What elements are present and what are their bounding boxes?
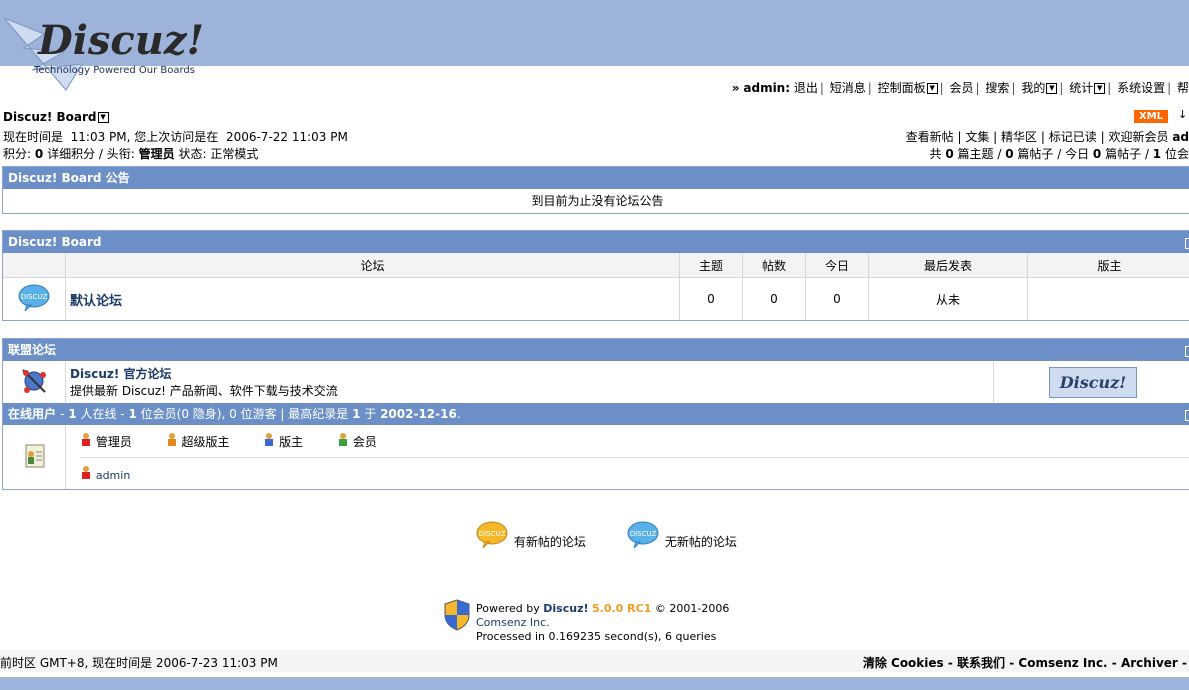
logo-tagline: Technology Powered Our Boards bbox=[33, 65, 195, 76]
product-link[interactable]: Discuz! bbox=[543, 602, 588, 615]
announcement-body: 到目前为止没有论坛公告 bbox=[531, 194, 664, 208]
moderator-icon bbox=[265, 432, 274, 446]
nav-settings[interactable]: 系统设置 bbox=[1117, 81, 1165, 95]
footer-bottom-bar bbox=[0, 677, 1189, 690]
nav-prefix: » bbox=[731, 81, 740, 95]
contact-us-link[interactable]: 联系我们 bbox=[957, 656, 1005, 670]
clear-cookies-link[interactable]: 清除 Cookies bbox=[863, 656, 944, 670]
online-title: 在线用户 - 1 人在线 - 1 位会员(0 隐身), 0 位游客 | 最高纪录… bbox=[3, 403, 1189, 425]
footer-bar: 当前时区 GMT+8, 现在时间是 2006-7-23 11:03 PM 清除 … bbox=[0, 650, 1189, 672]
xml-feed-badge[interactable]: XML bbox=[1134, 110, 1168, 123]
collapse-icon[interactable] bbox=[1185, 238, 1189, 249]
table-row: DISCUZ 默认论坛 0 0 0 从未 bbox=[3, 277, 1189, 320]
online-row: 管理员 超级版主 版主 会员 admin bbox=[3, 425, 1189, 489]
dropdown-icon[interactable]: ▼ bbox=[97, 112, 109, 123]
nav-search[interactable]: 搜索 bbox=[985, 81, 1009, 95]
online-user-admin[interactable]: admin bbox=[96, 469, 130, 482]
nav-control-panel[interactable]: 控制面板 bbox=[878, 81, 926, 95]
link-new-posts[interactable]: 查看新帖 bbox=[906, 130, 954, 144]
svg-text:DISCUZ: DISCUZ bbox=[479, 530, 506, 538]
league-icon bbox=[22, 368, 46, 393]
league-box: 联盟论坛 Discuz! 官方论坛 提供最新 Discuz! 产品新闻、软件下载… bbox=[2, 338, 1189, 490]
powered-by: Powered by Discuz! 5.0.0 RC1 © 2001-2006… bbox=[444, 599, 774, 644]
nav-logout[interactable]: 退出 bbox=[794, 81, 818, 95]
new-posts-icon: DISCUZ bbox=[476, 521, 508, 549]
no-new-posts-icon: DISCUZ bbox=[18, 284, 50, 311]
link-mark-read[interactable]: 标记已读 bbox=[1049, 130, 1097, 144]
dropdown-icon[interactable]: ▼ bbox=[926, 83, 938, 94]
online-user-list: admin bbox=[80, 458, 1189, 488]
league-title: 联盟论坛 bbox=[3, 339, 1189, 361]
company-link[interactable]: Comsenz Inc. bbox=[476, 616, 550, 629]
nav-members[interactable]: 会员 bbox=[950, 81, 974, 95]
dropdown-icon[interactable]: ▼ bbox=[1094, 83, 1106, 94]
svg-text:DISCUZ: DISCUZ bbox=[21, 293, 48, 301]
league-row: Discuz! 官方论坛 提供最新 Discuz! 产品新闻、软件下载与技术交流… bbox=[3, 361, 1189, 403]
top-navigation: » admin: 退出 | 短消息 | 控制面板 ▼ | 会员 | 搜索 | 我的 ▼ | 统计… bbox=[731, 81, 1189, 95]
discuz-logo[interactable]: Discuz! Technology Powered Our Boards bbox=[4, 8, 209, 92]
no-new-posts-icon: DISCUZ bbox=[627, 521, 659, 549]
admin-user-icon bbox=[82, 432, 90, 446]
board-stats: 共 0 篇主题 / 0 篇帖子 / 今日 0 篇帖子 / 1 位会 bbox=[929, 147, 1189, 161]
logo-wordmark: Discuz! bbox=[37, 17, 204, 64]
forum-list-box: Discuz! Board 论坛 主题 帖数 今日 最后发表 版主 DISCUZ… bbox=[2, 230, 1189, 321]
nav-my[interactable]: 我的 bbox=[1021, 81, 1045, 95]
online-users-icon bbox=[25, 444, 45, 467]
quick-links: 查看新帖 | 文集 | 精华区 | 标记已读 | 欢迎新会员 ad bbox=[905, 130, 1189, 144]
collapse-icon[interactable] bbox=[1185, 346, 1189, 357]
credits-detail-link[interactable]: 详细积分 bbox=[47, 147, 95, 161]
super-moderator-icon bbox=[167, 432, 176, 446]
forum-table-header: 论坛 主题 帖数 今日 最后发表 版主 bbox=[3, 253, 1189, 278]
board-title[interactable]: Discuz! Board ▼ bbox=[3, 110, 109, 124]
forum-link-default[interactable]: 默认论坛 bbox=[70, 294, 122, 309]
member-icon bbox=[339, 432, 348, 446]
user-info: 积分: 0 详细积分 / 头衔: 管理员 状态: 正常模式 bbox=[3, 147, 259, 161]
time-info: 现在时间是 11:03 PM, 您上次访问是在 2006-7-22 11:03 … bbox=[3, 130, 348, 144]
forum-status-icon: DISCUZ bbox=[3, 277, 66, 320]
archiver-link[interactable]: Archiver bbox=[1121, 656, 1178, 670]
collapse-icon[interactable] bbox=[1185, 410, 1189, 421]
dropdown-icon[interactable]: ▼ bbox=[1046, 83, 1058, 94]
link-digest[interactable]: 精华区 bbox=[1001, 130, 1037, 144]
admin-user-icon bbox=[82, 465, 90, 479]
comsenz-link[interactable]: Comsenz Inc. bbox=[1018, 656, 1107, 670]
link-collection[interactable]: 文集 bbox=[965, 130, 989, 144]
league-badge[interactable]: Discuz! bbox=[1049, 366, 1137, 398]
league-forum-desc: 提供最新 Discuz! 产品新闻、软件下载与技术交流 bbox=[70, 384, 338, 398]
legend-new-posts: DISCUZ 有新帖的论坛 bbox=[476, 520, 586, 554]
arrow-down-icon[interactable]: ↓ bbox=[1178, 108, 1187, 121]
timezone-info: 当前时区 GMT+8, 现在时间是 2006-7-23 11:03 PM bbox=[0, 656, 278, 670]
svg-text:DISCUZ: DISCUZ bbox=[630, 530, 657, 538]
nav-username[interactable]: admin: bbox=[743, 81, 790, 95]
announcement-box: Discuz! Board 公告 到目前为止没有论坛公告 bbox=[2, 166, 1189, 214]
league-forum-link[interactable]: Discuz! 官方论坛 bbox=[70, 367, 172, 381]
link-new-member[interactable]: ad bbox=[1172, 130, 1189, 144]
announcement-title: Discuz! Board 公告 bbox=[3, 167, 1189, 189]
shield-icon bbox=[444, 599, 470, 631]
nav-help[interactable]: 帮 bbox=[1177, 81, 1189, 95]
nav-messages[interactable]: 短消息 bbox=[830, 81, 866, 95]
nav-stats[interactable]: 统计 bbox=[1069, 81, 1093, 95]
legend-no-new-posts: DISCUZ 无新帖的论坛 bbox=[627, 520, 737, 554]
online-legend: 管理员 超级版主 版主 会员 bbox=[80, 427, 1189, 458]
footer-links: 清除 Cookies - 联系我们 - Comsenz Inc. - Archi… bbox=[862, 656, 1187, 670]
forum-list-title: Discuz! Board bbox=[3, 231, 1189, 253]
